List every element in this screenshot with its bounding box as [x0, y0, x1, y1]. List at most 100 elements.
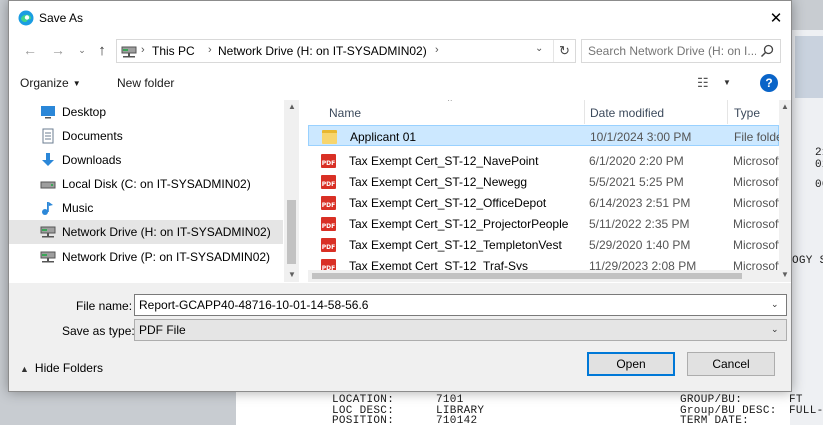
file-list-vertical-scrollbar[interactable]: ▲ ▼ [779, 100, 791, 282]
pdf-icon: PDF [321, 154, 336, 168]
file-date: 5/5/2021 5:25 PM [589, 175, 684, 189]
command-toolbar: Organize ▼ New folder ☷ ▼ ? [9, 69, 791, 99]
pdf-icon: PDF [321, 259, 336, 270]
chevron-down-icon[interactable]: ⌄ [771, 299, 779, 310]
cancel-button[interactable]: Cancel [687, 352, 775, 376]
pdf-icon: PDF [321, 217, 336, 231]
nav-item-label: Network Drive (P: on IT-SYSADMIN02) [62, 250, 271, 264]
nav-item-music[interactable]: Music [9, 196, 283, 220]
file-list-horizontal-scrollbar[interactable] [308, 270, 779, 282]
file-row[interactable]: PDF Tax Exempt Cert_ST-12_TempletonVest … [308, 234, 779, 255]
pdf-icon: PDF [321, 175, 336, 189]
search-input[interactable] [588, 44, 756, 58]
scroll-down-icon[interactable]: ▼ [781, 270, 789, 279]
bg-fragment: 02 [815, 159, 823, 171]
change-view-icon[interactable]: ☷ [697, 75, 709, 91]
documents-icon [42, 128, 54, 144]
file-row[interactable]: PDF Tax Exempt Cert_ST-12_Traf-Sys 11/29… [308, 255, 779, 270]
pdf-icon: PDF [321, 238, 336, 252]
save-as-type-select[interactable]: PDF File ⌄ [134, 319, 787, 341]
downloads-icon [42, 153, 54, 166]
address-dropdown-icon[interactable]: ⌄ [535, 43, 543, 54]
nav-item-label: Local Disk (C: on IT-SYSADMIN02) [62, 177, 251, 191]
breadcrumb-network-drive[interactable]: Network Drive (H: on IT-SYSADMIN02) [218, 44, 427, 58]
save-as-type-value: PDF File [139, 323, 186, 337]
chevron-down-icon: ⌄ [78, 44, 86, 55]
arrow-left-icon: ← [23, 42, 37, 58]
save-as-type-label: Save as type: [62, 324, 135, 338]
file-list: ^ Name Date modified Type Applicant 01 1… [308, 100, 779, 270]
breadcrumb-this-pc[interactable]: This PC [152, 44, 195, 58]
new-folder-button[interactable]: New folder [117, 76, 174, 90]
nav-item-label: Desktop [62, 105, 107, 119]
search-box[interactable] [581, 39, 781, 63]
network-drive-icon [40, 226, 56, 238]
column-divider[interactable] [727, 100, 728, 124]
file-type: Microsoft [733, 175, 779, 189]
bg-fragment: OGY SU [792, 255, 823, 267]
forward-button[interactable]: → [47, 39, 69, 61]
file-name: Tax Exempt Cert_ST-12_TempletonVest [349, 238, 562, 252]
nav-item-label: Music [62, 201, 94, 215]
help-button[interactable]: ? [760, 74, 778, 92]
back-button[interactable]: ← [19, 39, 41, 61]
pdf-icon: PDF [321, 196, 336, 210]
navigation-pane: Desktop Documents Downloads Local Disk (… [9, 100, 299, 282]
arrow-right-icon: → [51, 42, 65, 58]
open-button[interactable]: Open [587, 352, 675, 376]
hide-folders-label: Hide Folders [34, 361, 103, 375]
file-row[interactable]: PDF Tax Exempt Cert_ST-12_Newegg 5/5/202… [308, 171, 779, 192]
file-name: Applicant 01 [350, 130, 417, 144]
file-name-input[interactable]: Report-GCAPP40-48716-10-01-14-58-56.6 ⌄ [134, 294, 787, 316]
chevron-down-icon: ⌄ [771, 324, 779, 334]
file-row-applicant-01[interactable]: Applicant 01 10/1/2024 3:00 PM File fold… [308, 125, 779, 146]
column-divider[interactable] [584, 100, 585, 124]
save-form: File name: Report-GCAPP40-48716-10-01-14… [9, 283, 791, 391]
nav-item-local-disk[interactable]: Local Disk (C: on IT-SYSADMIN02) [9, 172, 283, 196]
file-date: 10/1/2024 3:00 PM [590, 130, 692, 144]
address-bar[interactable]: › This PC › Network Drive (H: on IT-SYSA… [116, 39, 576, 63]
nav-item-network-drive-h[interactable]: Network Drive (H: on IT-SYSADMIN02) [9, 220, 283, 244]
file-row[interactable]: PDF Tax Exempt Cert_ST-12_NavePoint 6/1/… [308, 150, 779, 171]
refresh-button[interactable]: ↻ [553, 40, 575, 62]
file-date: 11/29/2023 2:08 PM [589, 259, 697, 270]
nav-item-downloads[interactable]: Downloads [9, 148, 283, 172]
column-header-type[interactable]: Type [734, 106, 760, 120]
scrollbar-thumb[interactable] [287, 200, 296, 264]
file-type: Microsoft [733, 238, 779, 252]
arrow-up-icon: ↑ [98, 41, 106, 59]
column-header-date-modified[interactable]: Date modified [590, 106, 664, 120]
up-one-level-button[interactable]: ↑ [91, 39, 113, 61]
view-options-caret-icon[interactable]: ▼ [723, 78, 731, 87]
column-header-name[interactable]: Name [329, 106, 361, 120]
file-row[interactable]: PDF Tax Exempt Cert_ST-12_ProjectorPeopl… [308, 213, 779, 234]
breadcrumb-separator: › [208, 44, 212, 56]
title-bar[interactable]: Save As ✕ [9, 1, 791, 35]
breadcrumb-separator: › [435, 44, 439, 56]
bg-value: 710142 [436, 415, 478, 425]
nav-item-desktop[interactable]: Desktop [9, 100, 283, 124]
scroll-up-icon[interactable]: ▲ [781, 102, 789, 111]
bg-label: TERM DATE: [680, 415, 750, 425]
organize-button[interactable]: Organize ▼ [20, 76, 81, 90]
music-icon [42, 202, 53, 215]
file-row[interactable]: PDF Tax Exempt Cert_ST-12_OfficeDepot 6/… [308, 192, 779, 213]
scroll-down-icon[interactable]: ▼ [288, 270, 296, 279]
bg-fragment: 00 [815, 179, 823, 191]
help-icon: ? [765, 76, 773, 90]
scrollbar-thumb[interactable] [312, 273, 742, 279]
close-button[interactable]: ✕ [761, 5, 791, 31]
scroll-up-icon[interactable]: ▲ [288, 102, 296, 111]
column-headers: Name Date modified Type [308, 100, 779, 124]
nav-pane-scrollbar[interactable]: ▲ ▼ [284, 100, 299, 282]
nav-item-network-drive-p[interactable]: Network Drive (P: on IT-SYSADMIN02) [9, 245, 283, 269]
hide-folders-button[interactable]: ▲ Hide Folders [20, 361, 103, 375]
recent-locations-button[interactable]: ⌄ [71, 39, 93, 61]
nav-item-documents[interactable]: Documents [9, 124, 283, 148]
file-name: Tax Exempt Cert_ST-12_NavePoint [349, 154, 539, 168]
file-name: Tax Exempt Cert_ST-12_Newegg [349, 175, 528, 189]
file-date: 6/14/2023 2:51 PM [589, 196, 691, 210]
desktop-icon [41, 106, 55, 119]
breadcrumb-separator: › [141, 44, 145, 56]
file-name: Tax Exempt Cert_ST-12_Traf-Sys [349, 259, 528, 270]
